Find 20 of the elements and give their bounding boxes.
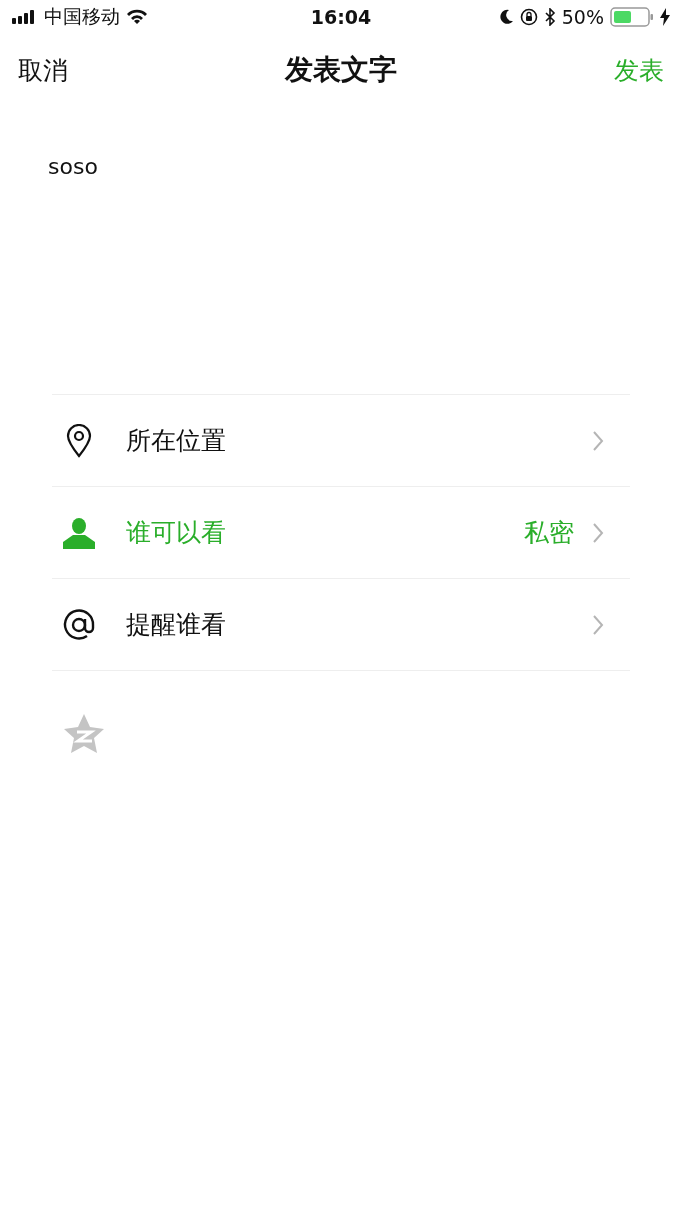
bluetooth-icon xyxy=(543,8,556,26)
page-title: 发表文字 xyxy=(285,52,397,88)
at-sign-icon xyxy=(62,607,96,642)
battery-icon xyxy=(610,7,654,27)
battery-percent: 50% xyxy=(561,6,604,28)
wifi-icon xyxy=(126,9,148,25)
cancel-button[interactable]: 取消 xyxy=(18,53,68,87)
rotation-lock-icon xyxy=(519,8,538,26)
location-pin-icon xyxy=(66,423,92,458)
clock-time: 16:04 xyxy=(310,6,372,28)
chevron-right-icon xyxy=(592,521,604,544)
person-icon xyxy=(62,516,96,549)
charging-icon xyxy=(660,8,670,26)
chevron-right-icon xyxy=(592,429,604,452)
moon-icon xyxy=(499,9,514,25)
option-row[interactable]: 所在位置 xyxy=(52,395,630,487)
carrier-name: 中国移动 xyxy=(44,4,120,29)
chevron-right-icon xyxy=(592,613,604,636)
post-text-field[interactable]: soso xyxy=(48,154,634,394)
option-row[interactable]: 提醒谁看 xyxy=(52,579,630,671)
